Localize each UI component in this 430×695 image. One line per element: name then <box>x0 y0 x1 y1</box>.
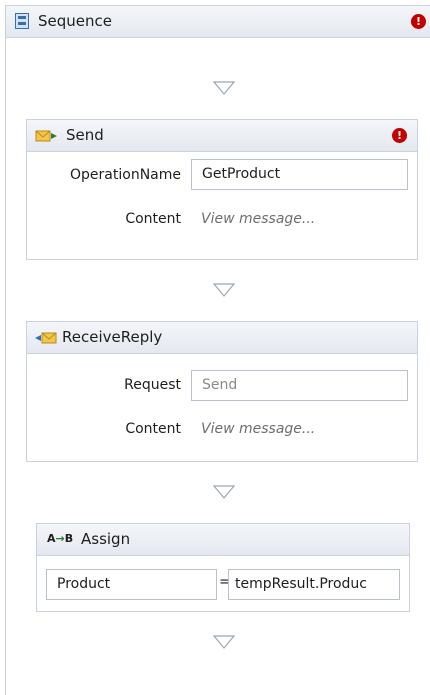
error-icon: ! <box>411 14 426 29</box>
view-message-link[interactable]: View message... <box>201 211 315 227</box>
send-header[interactable]: Send ! <box>27 120 417 152</box>
assign-value-field[interactable]: tempResult.Produc <box>228 569 400 600</box>
assign-header[interactable]: A→B Assign <box>37 524 409 556</box>
error-icon: ! <box>392 128 407 143</box>
send-activity[interactable]: Send ! OperationName GetProduct Content … <box>26 119 418 260</box>
assign-title: Assign <box>81 530 131 548</box>
send-title: Send <box>66 126 104 144</box>
operation-name-field[interactable]: GetProduct <box>191 159 408 190</box>
sequence-header[interactable]: Sequence ! <box>6 6 430 38</box>
operation-name-label: OperationName <box>70 167 181 183</box>
assign-to-field[interactable]: Product <box>46 569 217 600</box>
request-field[interactable]: Send <box>191 370 408 401</box>
receive-reply-activity[interactable]: ReceiveReply Request Send Content View m… <box>26 321 418 462</box>
content-label: Content <box>125 421 181 437</box>
receive-title: ReceiveReply <box>62 328 163 346</box>
assign-icon: A→B <box>47 532 74 545</box>
assign-activity[interactable]: A→B Assign Product = tempResult.Produc <box>36 523 410 612</box>
receive-header[interactable]: ReceiveReply <box>27 322 417 354</box>
sequence-icon <box>15 13 29 29</box>
request-label: Request <box>124 377 181 393</box>
sequence-title: Sequence <box>38 12 112 30</box>
receive-envelope-icon <box>35 332 57 344</box>
sequence-activity[interactable]: Sequence ! Send ! OperationName GetProdu… <box>5 5 430 695</box>
content-label: Content <box>125 211 181 227</box>
send-envelope-icon <box>35 130 57 142</box>
view-message-link[interactable]: View message... <box>201 421 315 437</box>
